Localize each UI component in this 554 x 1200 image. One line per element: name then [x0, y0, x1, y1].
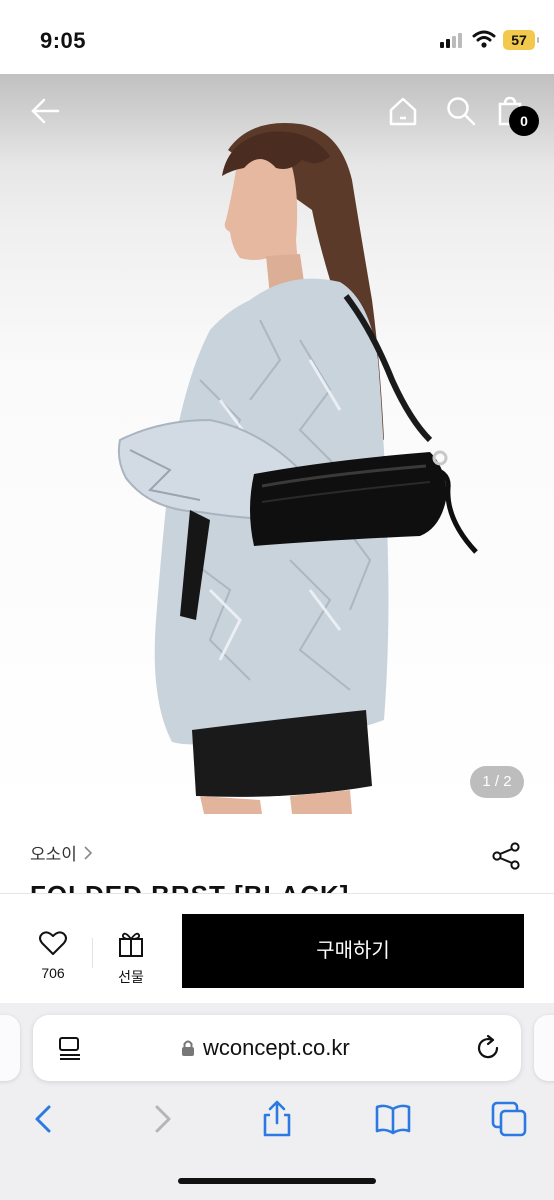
- status-time: 9:05: [40, 28, 87, 53]
- address-bar[interactable]: wconcept.co.kr: [33, 1015, 521, 1081]
- back-icon[interactable]: [24, 1099, 64, 1139]
- back-arrow-icon[interactable]: [30, 98, 60, 124]
- product-photo: [117, 123, 478, 814]
- share-sheet-icon[interactable]: [257, 1099, 297, 1139]
- share-icon[interactable]: [491, 842, 521, 870]
- tabs-icon[interactable]: [489, 1099, 529, 1139]
- next-tab-preview[interactable]: [534, 1015, 554, 1081]
- like-count: 706: [41, 965, 65, 981]
- heart-icon: [39, 931, 67, 955]
- chevron-right-icon: [84, 845, 93, 860]
- buy-button[interactable]: 구매하기: [182, 914, 524, 988]
- cellular-signal-icon: [440, 32, 466, 48]
- gift-label: 선물: [118, 969, 144, 985]
- browser-toolbar: wconcept.co.kr: [0, 1003, 554, 1200]
- divider: [92, 938, 93, 968]
- status-bar: 9:05 57: [0, 0, 554, 78]
- url-text: wconcept.co.kr: [203, 1035, 350, 1060]
- battery-indicator: 57: [503, 30, 539, 50]
- brand-link[interactable]: 오소이: [30, 840, 93, 865]
- brand-name: 오소이: [30, 845, 77, 864]
- wifi-icon: [472, 30, 496, 48]
- search-icon[interactable]: [446, 96, 476, 126]
- home-icon[interactable]: [388, 96, 418, 126]
- forward-icon[interactable]: [142, 1099, 182, 1139]
- cart-count-badge[interactable]: 0: [509, 106, 539, 136]
- gallery-pager: 1 / 2: [470, 766, 524, 798]
- bookmarks-icon[interactable]: [373, 1099, 413, 1139]
- lock-icon: [182, 1040, 194, 1056]
- reader-mode-icon[interactable]: [57, 1035, 83, 1061]
- product-image-gallery[interactable]: 0 1 / 2: [0, 74, 554, 814]
- gift-button[interactable]: 선물: [110, 930, 152, 987]
- previous-tab-preview[interactable]: [0, 1015, 20, 1081]
- home-indicator: [178, 1178, 376, 1184]
- reload-icon[interactable]: [475, 1035, 501, 1061]
- gift-icon: [119, 932, 143, 957]
- purchase-action-bar: 706 선물 구매하기: [0, 893, 554, 1003]
- like-button[interactable]: 706: [30, 930, 76, 981]
- product-title: FOLDED BRST [BLACK]: [30, 880, 430, 894]
